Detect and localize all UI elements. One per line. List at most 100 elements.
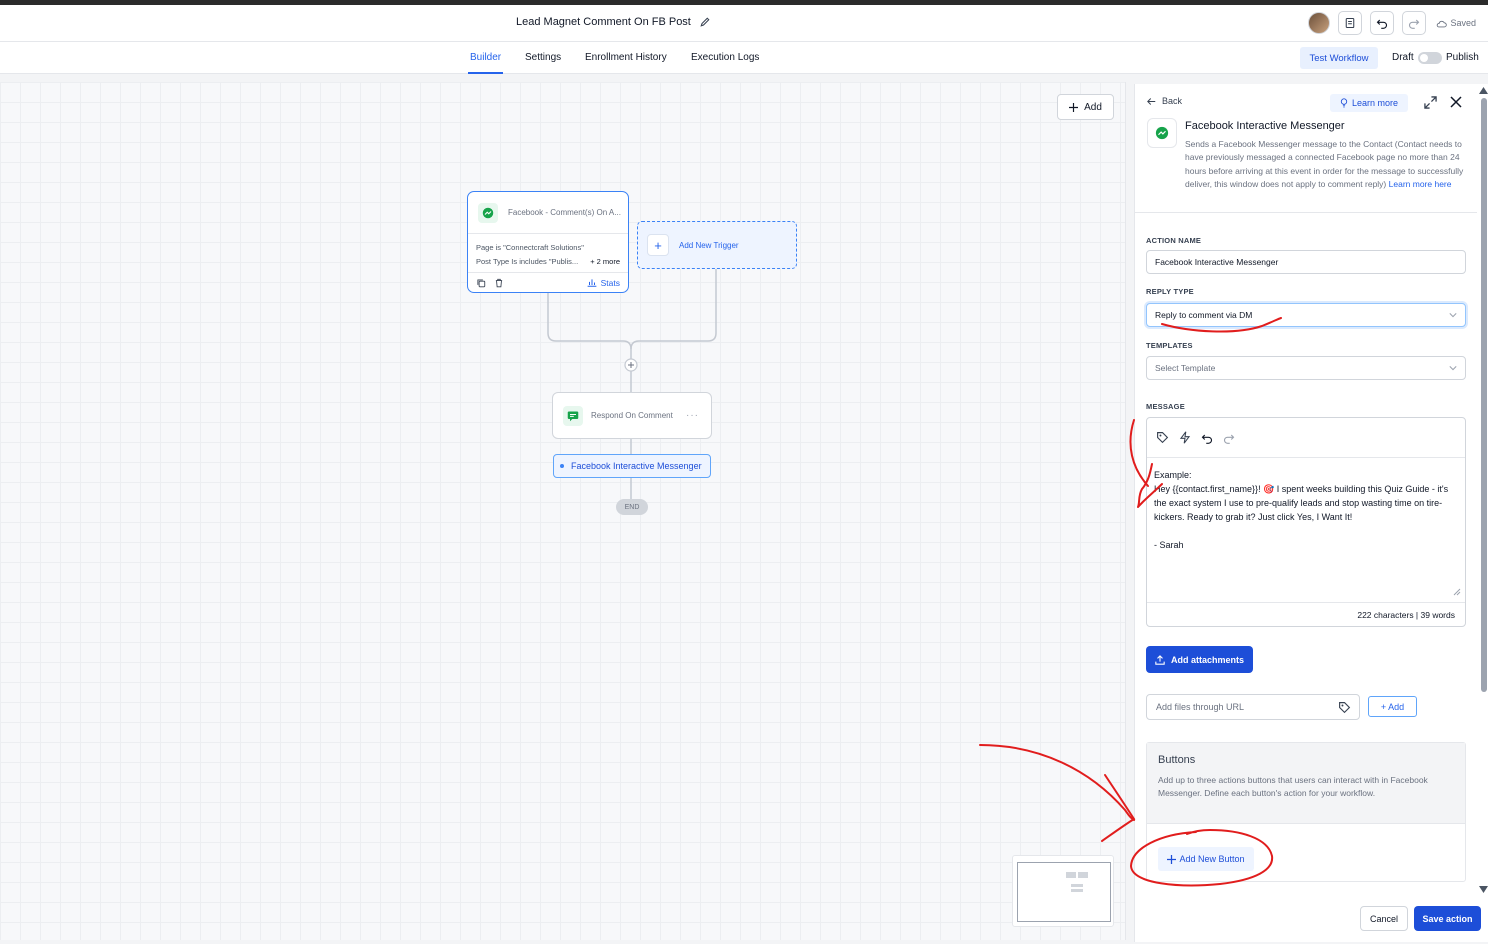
templates-select[interactable]: Select Template [1146, 356, 1466, 380]
fim-node-label: Facebook Interactive Messenger [571, 461, 702, 471]
message-toolbar [1147, 418, 1465, 458]
buttons-description: Add up to three actions buttons that use… [1158, 775, 1428, 798]
plus-icon [1069, 102, 1079, 112]
trigger-more-link[interactable]: + 2 more [590, 255, 620, 269]
add-new-trigger-label: Add New Trigger [679, 240, 739, 250]
app-header: Lead Magnet Comment On FB Post Saved [0, 5, 1488, 42]
tabs-bar: Builder Settings Enrollment History Exec… [0, 42, 1488, 74]
trigger-filter-post-type: Post Type Is includes "Publis... [476, 257, 579, 266]
learn-more-button[interactable]: Learn more [1330, 94, 1408, 112]
chevron-down-icon [1449, 313, 1457, 318]
scrollbar-thumb[interactable] [1481, 98, 1487, 692]
respond-on-comment-node[interactable]: Respond On Comment ··· [552, 392, 712, 439]
tab-settings[interactable]: Settings [525, 52, 561, 63]
scroll-up-icon[interactable] [1479, 87, 1488, 94]
action-name-input[interactable]: Facebook Interactive Messenger [1146, 250, 1466, 274]
lightbulb-icon [1340, 98, 1348, 108]
back-label: Back [1162, 96, 1183, 106]
publish-toggle[interactable] [1418, 52, 1442, 64]
fim-node-chip[interactable]: Facebook Interactive Messenger [553, 454, 711, 478]
more-options-icon[interactable]: ··· [686, 410, 699, 421]
add-new-button-label: Add New Button [1179, 854, 1245, 864]
comment-icon [563, 405, 583, 426]
add-new-button[interactable]: Add New Button [1158, 847, 1254, 871]
publish-label: Publish [1446, 52, 1479, 63]
bar-chart-icon [587, 279, 596, 287]
trash-icon[interactable] [494, 278, 504, 288]
draft-label: Draft [1392, 52, 1414, 63]
lightning-icon[interactable] [1179, 431, 1191, 444]
workflow-title[interactable]: Lead Magnet Comment On FB Post [516, 16, 711, 28]
tab-enrollment-history[interactable]: Enrollment History [585, 52, 667, 63]
cancel-button[interactable]: Cancel [1360, 906, 1408, 931]
end-node: END [616, 499, 648, 515]
workflow-title-text: Lead Magnet Comment On FB Post [516, 16, 691, 28]
notes-button[interactable] [1338, 11, 1363, 35]
action-name-label: ACTION NAME [1146, 236, 1202, 245]
status-dot [560, 464, 564, 468]
add-node-label: Add [1084, 101, 1102, 113]
cloud-icon [1437, 20, 1448, 27]
message-editor[interactable]: Example: Hey {{contact.first_name}}! 🎯 I… [1146, 417, 1466, 627]
minimap[interactable] [1012, 855, 1114, 927]
redo-button[interactable] [1402, 11, 1427, 35]
tab-builder[interactable]: Builder [467, 52, 504, 74]
save-action-button[interactable]: Save action [1414, 906, 1481, 931]
add-node-button[interactable]: Add [1057, 94, 1114, 120]
message-count: 222 characters | 39 words [1147, 602, 1465, 626]
messenger-icon [1147, 118, 1177, 148]
resize-handle-icon[interactable] [1453, 588, 1461, 596]
plus-icon: + [647, 234, 669, 256]
add-url-button[interactable]: + Add [1368, 696, 1417, 717]
action-name-value: Facebook Interactive Messenger [1155, 257, 1279, 267]
upload-icon [1155, 654, 1165, 665]
test-workflow-button[interactable]: Test Workflow [1300, 47, 1378, 69]
reply-type-select[interactable]: Reply to comment via DM [1146, 303, 1466, 327]
buttons-section: Buttons Add up to three actions buttons … [1146, 742, 1466, 882]
divider [1135, 212, 1477, 213]
templates-placeholder: Select Template [1155, 363, 1216, 373]
trigger-filter-page: Page is "Connectcraft Solutions" [476, 243, 584, 252]
notes-icon [1346, 17, 1355, 29]
trigger-card[interactable]: Facebook - Comment(s) On A... Page is "C… [467, 191, 629, 293]
close-icon[interactable] [1450, 96, 1462, 108]
avatar[interactable] [1308, 12, 1331, 34]
arrow-left-icon [1147, 97, 1156, 105]
trigger-title: Facebook - Comment(s) On A... [508, 208, 621, 217]
messenger-icon [478, 202, 498, 223]
learn-more-here-link[interactable]: Learn more here [1389, 179, 1452, 189]
saved-status: Saved [1436, 18, 1476, 28]
action-panel: Back Learn more Facebook Interactive Mes… [1134, 84, 1488, 942]
stats-label: Stats [600, 277, 620, 288]
plus-icon [1167, 854, 1177, 864]
scroll-down-icon[interactable] [1479, 886, 1488, 893]
file-url-input[interactable]: Add files through URL [1146, 694, 1360, 720]
chevron-down-icon [1449, 366, 1457, 371]
reply-type-value: Reply to comment via DM [1155, 310, 1253, 320]
panel-footer: Cancel Save action [1135, 896, 1488, 942]
templates-label: TEMPLATES [1146, 341, 1193, 350]
tab-execution-logs[interactable]: Execution Logs [691, 52, 759, 63]
back-button[interactable]: Back [1147, 96, 1182, 106]
add-attachments-button[interactable]: Add attachments [1146, 646, 1253, 673]
panel-description: Sends a Facebook Messenger message to th… [1185, 138, 1465, 191]
undo-icon[interactable] [1201, 432, 1213, 444]
add-new-trigger[interactable]: + Add New Trigger [637, 221, 797, 269]
panel-title: Facebook Interactive Messenger [1185, 120, 1345, 132]
panel-scrollbar[interactable] [1478, 84, 1488, 896]
expand-icon[interactable] [1424, 96, 1437, 109]
undo-button[interactable] [1370, 11, 1395, 35]
pencil-icon[interactable] [699, 16, 711, 28]
reply-type-label: REPLY TYPE [1146, 287, 1194, 296]
copy-icon[interactable] [476, 278, 486, 288]
message-text[interactable]: Example: Hey {{contact.first_name}}! 🎯 I… [1154, 468, 1460, 552]
stats-button[interactable]: Stats [587, 278, 620, 288]
saved-label: Saved [1450, 18, 1476, 28]
redo-icon[interactable] [1223, 432, 1235, 444]
learn-more-label: Learn more [1351, 98, 1399, 108]
tag-icon[interactable] [1338, 701, 1351, 714]
tag-icon[interactable] [1156, 431, 1169, 444]
undo-icon [1377, 19, 1388, 29]
file-url-placeholder: Add files through URL [1156, 702, 1245, 712]
message-label: MESSAGE [1146, 402, 1185, 411]
